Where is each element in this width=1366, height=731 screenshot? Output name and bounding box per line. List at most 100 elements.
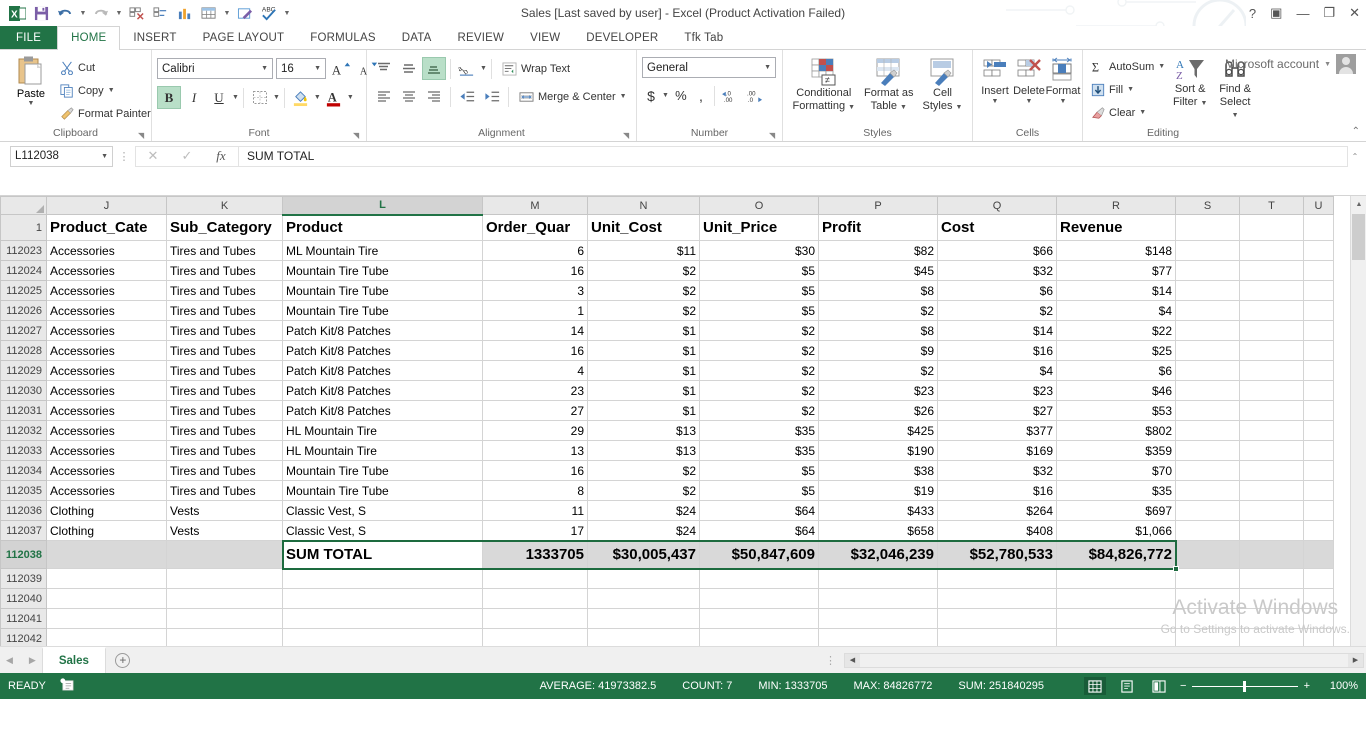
cell-U112035[interactable] [1303,480,1334,501]
account-dropdown-icon[interactable]: ▼ [1324,61,1331,68]
orientation-button[interactable]: a b [455,57,479,80]
cell-Q112031[interactable]: $27 [937,400,1057,421]
cell-M112029[interactable]: 4 [482,360,588,381]
cell-K112026[interactable]: Tires and Tubes [166,300,283,321]
format-cells-button[interactable]: Format ▼ [1046,55,1080,108]
cell-Q112030[interactable]: $23 [937,380,1057,401]
format-as-table-button[interactable]: Format as Table ▼ [860,55,918,114]
cell-Q112027[interactable]: $14 [937,320,1057,341]
cell-S112042[interactable] [1175,628,1240,646]
number-format-combo[interactable]: General ▼ [642,57,776,78]
cell-O112035[interactable]: $5 [699,480,819,501]
cell-U112042[interactable] [1303,628,1334,646]
cell-M112030[interactable]: 23 [482,380,588,401]
cell-T112028[interactable] [1239,340,1304,361]
column-header-L[interactable]: L [282,196,483,216]
cell-R112040[interactable] [1056,588,1176,609]
decrease-decimal-button[interactable]: .00 .0 [744,84,766,107]
macro-record-icon[interactable] [60,678,74,694]
tab-data[interactable]: DATA [389,26,445,49]
row-header-112030[interactable]: 112030 [0,380,47,401]
cell-N112033[interactable]: $13 [587,440,700,461]
cell-S112033[interactable] [1175,440,1240,461]
cell-U112038[interactable] [1303,540,1334,569]
cell-N112026[interactable]: $2 [587,300,700,321]
cell-N112042[interactable] [587,628,700,646]
collapse-ribbon-icon[interactable]: ⌃ [1352,126,1360,137]
name-box-dropdown-icon[interactable]: ▼ [101,153,108,160]
currency-button[interactable]: $ [642,84,660,107]
row-header-112024[interactable]: 112024 [0,260,47,281]
insert-dropdown-icon[interactable]: ▼ [992,98,999,106]
cell-P112023[interactable]: $82 [818,240,938,261]
cell-J112040[interactable] [46,588,167,609]
column-header-S[interactable]: S [1175,196,1240,215]
tab-developer[interactable]: DEVELOPER [573,26,671,49]
cell-S112024[interactable] [1175,260,1240,281]
find-select-dropdown-icon[interactable]: ▼ [1232,112,1239,119]
cell-L112040[interactable] [282,588,483,609]
cell-M112033[interactable]: 13 [482,440,588,461]
cell-K112028[interactable]: Tires and Tubes [166,340,283,361]
cell-Q112035[interactable]: $16 [937,480,1057,501]
cell-J112030[interactable]: Accessories [46,380,167,401]
increase-indent-button[interactable] [480,85,504,108]
cell-L112032[interactable]: HL Mountain Tire [282,420,483,441]
cell-R112029[interactable]: $6 [1056,360,1176,381]
bold-button[interactable]: B [157,86,181,109]
cell-P112041[interactable] [818,608,938,629]
cell-P112032[interactable]: $425 [818,420,938,441]
cell-R112032[interactable]: $802 [1056,420,1176,441]
percent-button[interactable]: % [671,84,691,107]
cell-Q112039[interactable] [937,568,1057,589]
cell-P112028[interactable]: $9 [818,340,938,361]
cell-T112026[interactable] [1239,300,1304,321]
cell-P112033[interactable]: $190 [818,440,938,461]
cell-T112027[interactable] [1239,320,1304,341]
vertical-scroll-thumb[interactable] [1352,214,1365,260]
cell-T112029[interactable] [1239,360,1304,381]
cell-L112041[interactable] [282,608,483,629]
expand-formula-bar-icon[interactable]: ⌃ [1348,152,1362,161]
copy-dropdown-icon[interactable]: ▼ [108,87,115,94]
cell-L112036[interactable]: Classic Vest, S [282,500,483,521]
cell-S112029[interactable] [1175,360,1240,381]
minimize-icon[interactable]: — [1296,6,1309,21]
cell-O112041[interactable] [699,608,819,629]
column-header-K[interactable]: K [166,196,283,215]
cell-M112038[interactable]: 1333705 [482,540,588,569]
cell-M112024[interactable]: 16 [482,260,588,281]
page-break-preview-button[interactable] [1148,677,1170,695]
cell-T1[interactable] [1239,214,1304,241]
cell-Q1[interactable]: Cost [937,214,1057,241]
row-header-112031[interactable]: 112031 [0,400,47,421]
cell-U112025[interactable] [1303,280,1334,301]
cell-P112040[interactable] [818,588,938,609]
cell-R112038[interactable]: $84,826,772 [1056,540,1176,569]
cell-N112023[interactable]: $11 [587,240,700,261]
cell-U112039[interactable] [1303,568,1334,589]
cell-styles-dropdown-icon[interactable]: ▼ [956,104,963,111]
cell-S112035[interactable] [1175,480,1240,501]
save-icon[interactable] [30,2,52,24]
redo-dropdown-icon[interactable]: ▼ [114,2,124,24]
cell-S112030[interactable] [1175,380,1240,401]
cell-K1[interactable]: Sub_Categorу [166,214,283,241]
cell-P112027[interactable]: $8 [818,320,938,341]
zoom-level[interactable]: 100% [1320,680,1358,692]
font-name-dropdown-icon[interactable]: ▼ [261,65,268,72]
cell-P112026[interactable]: $2 [818,300,938,321]
normal-view-button[interactable] [1084,677,1106,695]
cell-M112037[interactable]: 17 [482,520,588,541]
wrap-text-button[interactable]: Wrap Text [496,57,573,80]
cell-U112036[interactable] [1303,500,1334,521]
sheet-tab-sales[interactable]: Sales [41,647,106,673]
spreadsheet-grid[interactable]: J K L M N O P Q R S T U 1 Product_Cate Sub_Categorу Pro… [0,196,1366,646]
copy-button[interactable]: Copy ▼ [57,79,154,102]
paste-button[interactable]: Paste ▼ [5,53,57,125]
cell-T112030[interactable] [1239,380,1304,401]
spelling-icon[interactable]: ABC [258,2,280,24]
italic-button[interactable]: I [182,86,206,109]
cell-M112027[interactable]: 14 [482,320,588,341]
tab-insert[interactable]: INSERT [120,26,189,49]
